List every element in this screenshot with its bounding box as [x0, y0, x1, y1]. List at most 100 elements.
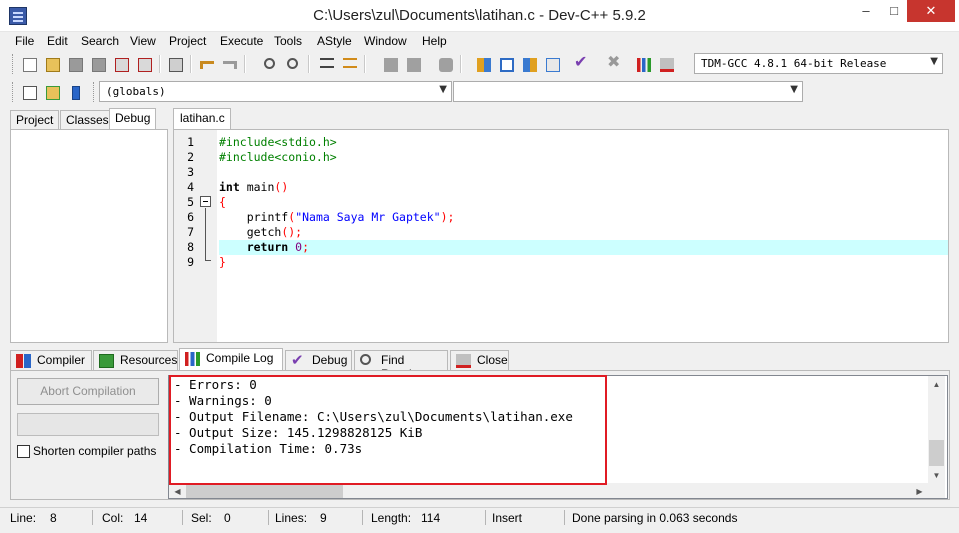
code-symbol: ()	[274, 180, 289, 194]
status-col-value: 14	[134, 511, 148, 525]
menu-file[interactable]: File	[15, 34, 34, 48]
abort-compilation-button[interactable]: Abort Compilation	[17, 378, 159, 405]
status-length-value: 114	[421, 511, 441, 525]
code-line-2: #include<conio.h>	[219, 150, 948, 165]
grid-icon	[16, 354, 31, 368]
code-editor[interactable]: 1 2 3 4 5 6 7 8 9 #include<stdio.h> #inc…	[173, 129, 949, 343]
compiler-select[interactable]: TDM-GCC 4.8.1 64-bit Release ▼	[694, 53, 943, 74]
remove-from-project-icon[interactable]	[403, 54, 423, 74]
compile-icon[interactable]	[473, 54, 493, 74]
open-file-icon[interactable]	[42, 54, 62, 74]
scroll-thumb[interactable]	[186, 485, 343, 498]
minimize-button[interactable]: –	[852, 0, 880, 22]
tab-resources[interactable]: Resources	[93, 350, 178, 370]
code-symbol: }	[219, 255, 226, 269]
add-to-project-icon[interactable]	[380, 54, 400, 74]
replace-icon[interactable]	[283, 54, 303, 74]
profile-icon[interactable]	[633, 54, 653, 74]
line-number: 1	[187, 135, 194, 149]
resources-icon	[99, 354, 114, 368]
redo-icon[interactable]	[219, 54, 239, 74]
tab-compile-log[interactable]: Compile Log	[179, 348, 283, 371]
fold-toggle-icon[interactable]	[200, 196, 211, 207]
tab-project[interactable]: Project	[10, 110, 60, 130]
indent-icon[interactable]	[316, 54, 336, 74]
project-options-icon[interactable]	[435, 54, 455, 74]
scroll-left-icon[interactable]: ◀	[169, 483, 186, 498]
code-symbol: {	[219, 195, 226, 209]
tab-debug[interactable]: Debug	[109, 108, 157, 130]
status-bar: Line: 8 Col: 14 Sel: 0 Lines: 9 Length: …	[0, 507, 959, 526]
code-text: printf	[219, 210, 289, 224]
code-line-4: int main()	[219, 180, 948, 195]
status-length-label: Length:	[371, 511, 412, 525]
scroll-thumb[interactable]	[929, 440, 944, 466]
menu-view[interactable]: View	[130, 34, 156, 48]
function-select[interactable]: ▼	[453, 81, 803, 102]
tab-find-results[interactable]: Find Results	[354, 350, 448, 381]
goto-bookmark-icon[interactable]	[65, 82, 85, 102]
maximize-button[interactable]: □	[880, 0, 908, 22]
delete-profile-icon[interactable]	[656, 54, 676, 74]
menu-execute[interactable]: Execute	[220, 34, 263, 48]
line-number: 3	[187, 165, 194, 179]
close-icon	[456, 354, 471, 368]
line-number: 4	[187, 180, 194, 194]
scroll-up-icon[interactable]: ▲	[928, 376, 945, 393]
line-number: 8	[187, 240, 194, 254]
code-line-1: #include<stdio.h>	[219, 135, 948, 150]
compile-run-icon[interactable]	[519, 54, 539, 74]
tab-debug-bottom[interactable]: ✔ Debug	[285, 350, 352, 370]
code-line-7: getch();	[219, 225, 948, 240]
close-button[interactable]: ✕	[907, 0, 955, 22]
vertical-scrollbar[interactable]: ▲ ▼	[928, 376, 945, 484]
menu-project[interactable]: Project	[169, 34, 206, 48]
fold-end	[205, 260, 211, 261]
status-line-value: 8	[50, 511, 57, 525]
find-icon[interactable]	[260, 54, 280, 74]
close-all-icon[interactable]	[134, 54, 154, 74]
new-file-icon[interactable]	[19, 54, 39, 74]
code-number: 0	[288, 240, 303, 254]
tab-compiler[interactable]: Compiler	[10, 350, 92, 370]
close-file-icon[interactable]	[111, 54, 131, 74]
tab-close[interactable]: Close	[450, 350, 509, 370]
toolbar-grip[interactable]	[12, 82, 15, 102]
code-text: #include<conio.h>	[219, 150, 337, 164]
globals-select[interactable]: (globals) ▼	[99, 81, 452, 102]
toolbar-grip[interactable]	[93, 82, 96, 102]
menu-tools[interactable]: Tools	[274, 34, 302, 48]
menu-search[interactable]: Search	[81, 34, 119, 48]
save-icon[interactable]	[65, 54, 85, 74]
unindent-icon[interactable]	[339, 54, 359, 74]
toggle-bookmark-icon[interactable]	[42, 82, 62, 102]
run-icon[interactable]	[496, 54, 516, 74]
undo-icon[interactable]	[196, 54, 216, 74]
left-panel-body[interactable]	[10, 129, 168, 343]
menu-edit[interactable]: Edit	[47, 34, 68, 48]
scroll-right-icon[interactable]: ▶	[911, 483, 928, 498]
line-number: 5	[187, 195, 194, 209]
shorten-paths-checkbox[interactable]	[17, 445, 30, 458]
tab-label: Compiler	[37, 353, 86, 367]
insert-icon[interactable]	[19, 82, 39, 102]
menu-help[interactable]: Help	[422, 34, 447, 48]
horizontal-scrollbar[interactable]: ◀ ▶	[169, 483, 945, 498]
stop-execution-icon[interactable]: ✖	[603, 54, 623, 74]
scroll-down-icon[interactable]: ▼	[928, 467, 945, 484]
line-number: 2	[187, 150, 194, 164]
syntax-check-icon[interactable]: ✔	[571, 54, 591, 74]
menu-bar: File Edit Search View Project Execute To…	[0, 32, 959, 51]
menu-window[interactable]: Window	[364, 34, 407, 48]
line-number-gutter: 1 2 3 4 5 6 7 8 9	[174, 130, 217, 342]
tab-latihan-c[interactable]: latihan.c	[173, 108, 231, 130]
rebuild-icon[interactable]	[542, 54, 562, 74]
search-icon	[360, 354, 371, 365]
menu-astyle[interactable]: AStyle	[317, 34, 352, 48]
save-all-icon[interactable]	[88, 54, 108, 74]
toolbar-grip[interactable]	[12, 54, 15, 74]
tab-classes[interactable]: Classes	[60, 110, 115, 130]
line-number: 7	[187, 225, 194, 239]
print-icon[interactable]	[165, 54, 185, 74]
